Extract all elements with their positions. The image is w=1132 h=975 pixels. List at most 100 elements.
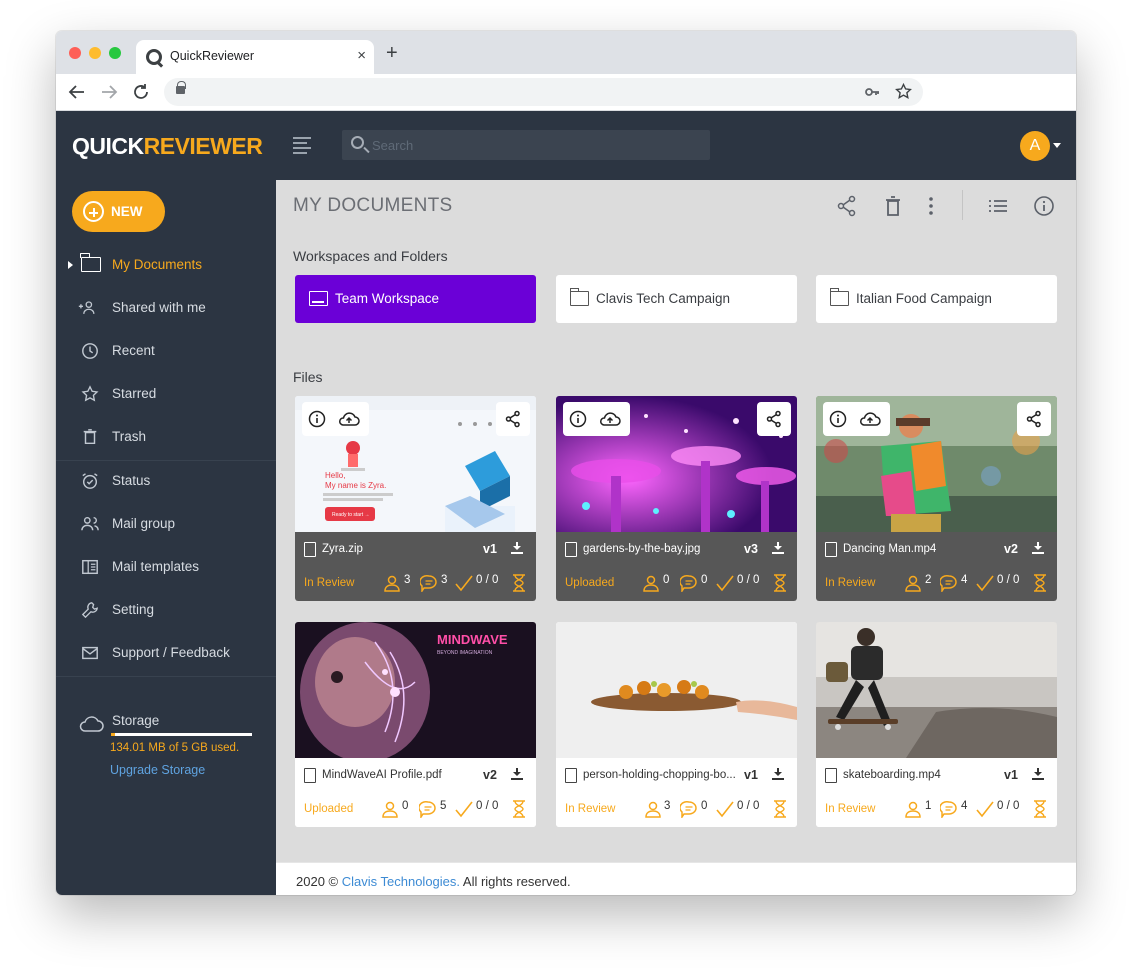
search-input[interactable] (372, 135, 692, 155)
sidebar-item-setting[interactable]: Setting (56, 589, 276, 632)
file-status: In Review (825, 577, 876, 589)
video-file-icon (825, 768, 837, 783)
info-icon[interactable] (1033, 195, 1055, 217)
footer-company-link[interactable]: Clavis Technologies. (342, 874, 460, 889)
file-card[interactable]: gardens-by-the-bay.jpg v3 Uploaded 0 0 0… (556, 396, 797, 601)
file-version[interactable]: v2 (1004, 542, 1018, 556)
folder-card[interactable]: Italian Food Campaign (816, 275, 1057, 323)
search-icon (351, 136, 364, 149)
delete-icon[interactable] (882, 195, 904, 217)
browser-tab[interactable]: QuickReviewer × (136, 40, 374, 74)
file-version[interactable]: v1 (1004, 768, 1018, 782)
download-icon[interactable] (1032, 768, 1044, 780)
file-version[interactable]: v3 (744, 542, 758, 556)
maximize-window-button[interactable] (109, 47, 121, 59)
sidebar-item-status[interactable]: Status (56, 460, 276, 503)
files-heading: Files (293, 369, 323, 385)
file-card[interactable]: MINDWAVE BEYOND IMAGINATION MindWaveAI P… (295, 622, 536, 827)
hourglass-icon (774, 800, 786, 818)
search-box (342, 130, 710, 160)
back-arrow-icon[interactable] (68, 83, 86, 101)
sidebar-item-my-documents[interactable]: My Documents (56, 244, 276, 287)
sidebar-item-shared[interactable]: Shared with me (56, 287, 276, 330)
sidebar-item-support[interactable]: Support / Feedback (56, 632, 276, 675)
key-icon[interactable] (864, 84, 880, 100)
cloud-icon (79, 716, 104, 732)
tab-close-icon[interactable]: × (357, 47, 366, 64)
file-name[interactable]: skateboarding.mp4 (843, 769, 998, 781)
lock-icon (176, 81, 186, 94)
avatar[interactable]: A (1020, 131, 1050, 161)
sidebar-item-label: Recent (112, 343, 155, 358)
sidebar-item-mail-group[interactable]: Mail group (56, 503, 276, 546)
workspace-card[interactable]: Team Workspace (295, 275, 536, 323)
sidebar-item-label: Starred (112, 386, 157, 401)
download-icon[interactable] (772, 768, 784, 780)
template-icon (82, 559, 98, 575)
download-icon[interactable] (511, 768, 523, 780)
file-name[interactable]: person-holding-chopping-bo... (583, 769, 738, 781)
bookmark-star-icon[interactable] (895, 83, 912, 100)
new-button-label: NEW (111, 204, 143, 219)
zip-file-icon (304, 542, 316, 557)
plus-circle-icon (83, 201, 104, 222)
file-card[interactable]: Dancing Man.mp4 v2 In Review 2 4 0 / 0 (816, 396, 1057, 601)
file-name[interactable]: gardens-by-the-bay.jpg (583, 543, 738, 555)
reviewer-icon (384, 575, 400, 592)
share-icon[interactable] (504, 410, 522, 428)
info-icon[interactable] (569, 410, 587, 428)
sidebar-item-label: Trash (112, 429, 147, 444)
share-icon[interactable] (836, 195, 858, 217)
file-card[interactable]: person-holding-chopping-bo... v1 In Revi… (556, 622, 797, 827)
sidebar-item-recent[interactable]: Recent (56, 330, 276, 373)
file-name[interactable]: Dancing Man.mp4 (843, 543, 998, 555)
approval-count: 0 / 0 (997, 574, 1020, 586)
file-status: In Review (825, 803, 876, 815)
share-icon[interactable] (1025, 410, 1043, 428)
approval-count: 0 / 0 (737, 574, 760, 586)
file-card[interactable]: Hello, My name is Zyra. Ready to start → (295, 396, 536, 601)
list-view-icon[interactable] (987, 195, 1009, 217)
menu-toggle-icon[interactable] (293, 137, 311, 157)
info-icon[interactable] (829, 410, 847, 428)
sidebar-item-mail-templates[interactable]: Mail templates (56, 546, 276, 589)
card-share (1017, 402, 1051, 436)
reviewer-icon (643, 575, 659, 592)
share-icon[interactable] (765, 410, 783, 428)
folder-icon (569, 287, 589, 306)
file-status: Uploaded (565, 577, 615, 589)
address-bar[interactable] (164, 78, 923, 106)
chevron-down-icon[interactable] (1053, 143, 1061, 148)
app-header: QUICKREVIEWER A (56, 111, 1076, 180)
info-icon[interactable] (308, 410, 326, 428)
upgrade-storage-link[interactable]: Upgrade Storage (110, 763, 205, 777)
folder-card[interactable]: Clavis Tech Campaign (556, 275, 797, 323)
reviewer-count: 3 (404, 574, 411, 586)
file-info-bar: Dancing Man.mp4 v2 In Review 2 4 0 / 0 (816, 532, 1057, 601)
sidebar-item-starred[interactable]: Starred (56, 373, 276, 416)
cloud-upload-icon[interactable] (858, 410, 882, 428)
download-icon[interactable] (772, 542, 784, 554)
logo[interactable]: QUICKREVIEWER (72, 133, 263, 160)
more-vertical-icon[interactable] (920, 195, 942, 217)
reviewer-count: 2 (925, 574, 932, 586)
check-icon (716, 801, 734, 818)
file-name[interactable]: Zyra.zip (322, 543, 477, 555)
new-tab-button[interactable]: + (386, 42, 398, 65)
forward-arrow-icon[interactable] (100, 83, 118, 101)
file-version[interactable]: v2 (483, 768, 497, 782)
file-version[interactable]: v1 (744, 768, 758, 782)
file-version[interactable]: v1 (483, 542, 497, 556)
file-card[interactable]: skateboarding.mp4 v1 In Review 1 4 0 / 0 (816, 622, 1057, 827)
reload-icon[interactable] (132, 83, 150, 101)
cloud-upload-icon[interactable] (598, 410, 622, 428)
download-icon[interactable] (511, 542, 523, 554)
cloud-upload-icon[interactable] (337, 410, 361, 428)
sidebar-item-trash[interactable]: Trash (56, 416, 276, 459)
new-button[interactable]: NEW (72, 191, 165, 232)
file-name[interactable]: MindWaveAI Profile.pdf (322, 769, 477, 781)
minimize-window-button[interactable] (89, 47, 101, 59)
close-window-button[interactable] (69, 47, 81, 59)
comment-icon (420, 574, 437, 592)
download-icon[interactable] (1032, 542, 1044, 554)
